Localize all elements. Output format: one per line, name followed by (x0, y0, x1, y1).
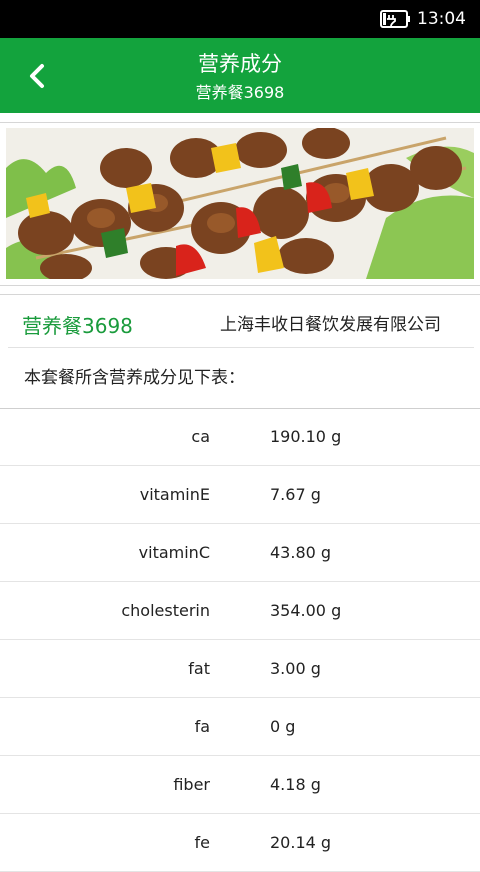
nutrient-name: fe (194, 833, 210, 852)
nutrient-value: 0 g (270, 717, 296, 736)
nutrient-value: 190.10 g (270, 427, 342, 446)
battery-charging-icon (380, 9, 411, 29)
page-subtitle: 营养餐3698 (195, 83, 285, 102)
table-row: vitaminE 7.67 g (0, 466, 480, 524)
nutrient-table: ca 190.10 g vitaminE 7.67 g vitaminC 43.… (0, 408, 480, 872)
company-name: 上海丰收日餐饮发展有限公司 (220, 315, 441, 335)
page-title: 营养成分 (198, 52, 282, 76)
nutrient-name: fiber (173, 775, 210, 794)
divider (8, 347, 474, 348)
nutrient-value: 43.80 g (270, 543, 332, 562)
table-row: cholesterin 354.00 g (0, 582, 480, 640)
table-row: fe 20.14 g (0, 814, 480, 872)
app-header: 营养成分 营养餐3698 (0, 38, 480, 113)
nutrient-value: 354.00 g (270, 601, 342, 620)
intro-text: 本套餐所含营养成分见下表： (24, 368, 245, 388)
table-row: ca 190.10 g (0, 408, 480, 466)
nutrient-name: ca (191, 427, 210, 446)
meal-info-card: 营养餐3698 上海丰收日餐饮发展有限公司 本套餐所含营养成分见下表： (0, 294, 480, 409)
table-row: fa 0 g (0, 698, 480, 756)
nutrient-name: vitaminE (139, 485, 210, 504)
nutrient-name: fa (194, 717, 210, 736)
nutrient-name: cholesterin (121, 601, 210, 620)
nutrient-value: 3.00 g (270, 659, 321, 678)
table-row: fat 3.00 g (0, 640, 480, 698)
nutrient-value: 20.14 g (270, 833, 332, 852)
banner-section (0, 122, 480, 286)
nutrient-name: vitaminC (138, 543, 210, 562)
nutrient-value: 4.18 g (270, 775, 321, 794)
meal-name: 营养餐3698 (22, 314, 133, 338)
table-row: vitaminC 43.80 g (0, 524, 480, 582)
status-clock: 13:04 (417, 9, 466, 29)
meal-photo (6, 128, 474, 279)
table-row: fiber 4.18 g (0, 756, 480, 814)
nutrient-value: 7.67 g (270, 485, 321, 504)
status-bar: 13:04 (0, 0, 480, 38)
nutrient-name: fat (188, 659, 210, 678)
